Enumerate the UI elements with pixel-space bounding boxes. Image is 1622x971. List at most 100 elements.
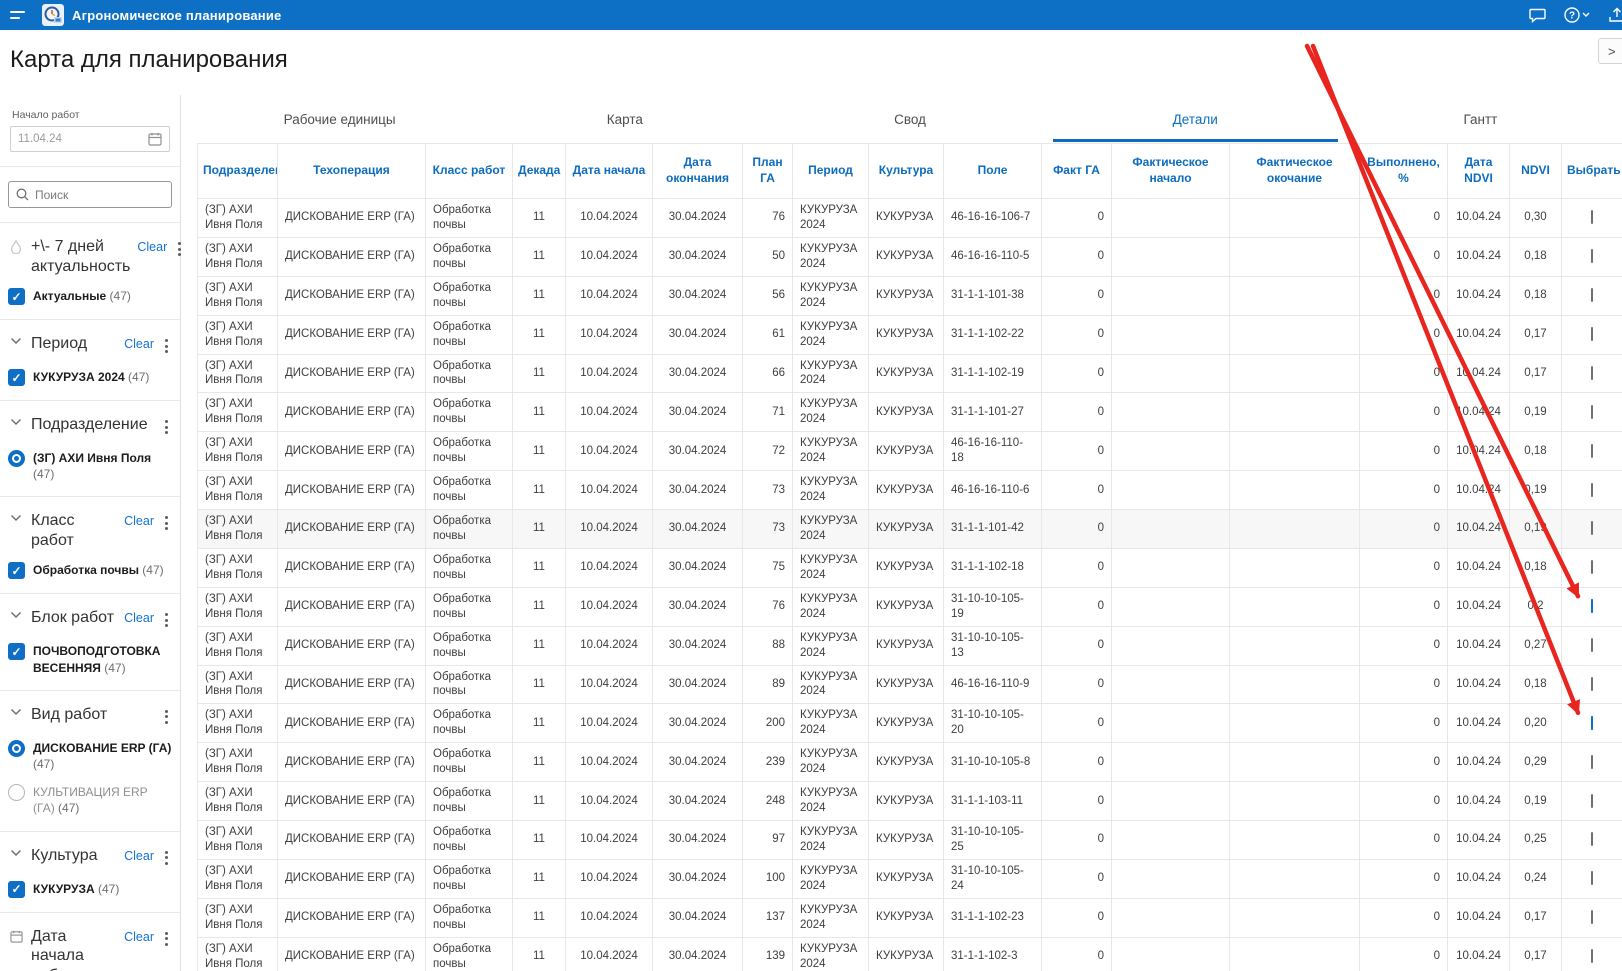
search-input[interactable]: Поиск [8, 181, 172, 208]
group-menu-kebab-icon[interactable] [161, 512, 172, 534]
tab-map[interactable]: Карта [482, 99, 767, 142]
column-header-unit[interactable]: Подразделение [198, 144, 278, 199]
filter-option[interactable]: (ЗГ) АХИ Ивня Поля (47) [0, 450, 180, 482]
group-menu-kebab-icon[interactable] [161, 847, 172, 869]
row-select-checkbox[interactable] [1591, 638, 1593, 652]
row-select-checkbox[interactable] [1591, 366, 1593, 380]
checkbox-checked[interactable] [8, 881, 25, 898]
column-header-operation[interactable]: Техоперация [278, 144, 426, 199]
start-date-input[interactable]: 11.04.24 [10, 126, 170, 152]
clear-filter-link[interactable]: Clear [124, 337, 154, 351]
cell-fact: 0 [1042, 548, 1112, 587]
tab-summary[interactable]: Свод [767, 99, 1052, 142]
clear-filter-link[interactable]: Clear [124, 849, 154, 863]
column-header-ndvi_date[interactable]: Дата NDVI [1448, 144, 1510, 199]
tab-details[interactable]: Детали [1053, 99, 1338, 142]
clear-filter-link[interactable]: Clear [137, 240, 167, 254]
chevron-down-icon[interactable] [8, 849, 24, 857]
cell-ndvi_date: 10.04.24 [1448, 510, 1510, 549]
row-select-checkbox[interactable] [1591, 521, 1593, 535]
help-icon[interactable]: ? [1564, 7, 1590, 23]
column-header-culture[interactable]: Культура [869, 144, 944, 199]
chevron-down-icon[interactable] [8, 418, 24, 426]
row-select-checkbox[interactable] [1591, 405, 1593, 419]
collapse-panel-button[interactable]: > [1598, 38, 1622, 64]
filter-option[interactable]: Обработка почвы (47) [0, 562, 180, 579]
checkbox-checked[interactable] [8, 369, 25, 386]
cell-period: КУКУРУЗА 2024 [793, 743, 869, 782]
tab-gantt[interactable]: Гантт [1338, 99, 1622, 142]
column-header-actual_end[interactable]: Фактическое окочание [1230, 144, 1360, 199]
cell-period: КУКУРУЗА 2024 [793, 782, 869, 821]
column-header-period[interactable]: Период [793, 144, 869, 199]
checkbox-checked[interactable] [8, 643, 25, 660]
cell-work_class: Обработка почвы [426, 743, 513, 782]
cell-date_end: 30.04.2024 [653, 704, 743, 743]
chevron-down-icon[interactable] [8, 708, 24, 716]
cell-culture: КУКУРУЗА [869, 587, 944, 626]
chat-icon[interactable] [1529, 8, 1546, 23]
chevron-down-icon[interactable] [8, 514, 24, 522]
row-select-checkbox[interactable] [1591, 794, 1593, 808]
row-select-checkbox[interactable] [1591, 327, 1593, 341]
tab-work-units[interactable]: Рабочие единицы [197, 99, 482, 142]
clear-filter-link[interactable]: Clear [124, 930, 154, 944]
filter-option[interactable]: КУКУРУЗА 2024 (47) [0, 369, 180, 386]
filter-option[interactable]: ПОЧВОПОДГОТОВКА ВЕСЕННЯЯ (47) [0, 643, 180, 675]
row-select-checkbox-checked[interactable] [1591, 599, 1593, 613]
column-header-fact[interactable]: Факт ГА [1042, 144, 1112, 199]
radio-checked[interactable] [8, 740, 25, 757]
row-select-checkbox[interactable] [1591, 832, 1593, 846]
row-select-checkbox[interactable] [1591, 210, 1593, 224]
group-menu-kebab-icon[interactable] [161, 335, 172, 357]
row-select-checkbox-checked[interactable] [1591, 716, 1593, 730]
divider [0, 593, 180, 594]
column-header-work_class[interactable]: Класс работ [426, 144, 513, 199]
cell-fact: 0 [1042, 471, 1112, 510]
row-select-checkbox[interactable] [1591, 949, 1593, 963]
radio[interactable] [8, 784, 25, 801]
filter-option[interactable]: КУЛЬТИВАЦИЯ ERP (ГА) (47) [0, 784, 180, 816]
row-select-checkbox[interactable] [1591, 249, 1593, 263]
cell-decade: 11 [513, 821, 566, 860]
group-menu-kebab-icon[interactable] [161, 609, 172, 631]
cell-done_pct: 0 [1360, 471, 1448, 510]
group-menu-kebab-icon[interactable] [161, 416, 172, 438]
row-select-checkbox[interactable] [1591, 871, 1593, 885]
column-header-date_end[interactable]: Дата окончания [653, 144, 743, 199]
column-header-plan[interactable]: План ГА [743, 144, 793, 199]
row-select-checkbox[interactable] [1591, 677, 1593, 691]
row-select-checkbox[interactable] [1591, 755, 1593, 769]
column-header-field[interactable]: Поле [944, 144, 1042, 199]
group-menu-kebab-icon[interactable] [161, 928, 172, 950]
droplet-icon [8, 240, 24, 254]
column-header-date_start[interactable]: Дата начала [566, 144, 653, 199]
column-header-actual_start[interactable]: Фактическое начало [1112, 144, 1230, 199]
calendar-icon[interactable] [148, 132, 162, 146]
cell-field: 31-1-1-101-38 [944, 276, 1042, 315]
clear-filter-link[interactable]: Clear [124, 611, 154, 625]
row-select-checkbox[interactable] [1591, 444, 1593, 458]
chevron-down-icon[interactable] [8, 611, 24, 619]
checkbox-checked[interactable] [8, 562, 25, 579]
filter-option[interactable]: КУКУРУЗА (47) [0, 881, 180, 898]
menu-icon[interactable] [10, 7, 30, 23]
clear-filter-link[interactable]: Clear [124, 514, 154, 528]
filter-option[interactable]: ДИСКОВАНИЕ ERP (ГА) (47) [0, 740, 180, 772]
cell-done_pct: 0 [1360, 937, 1448, 971]
column-header-done_pct[interactable]: Выполнено, % [1360, 144, 1448, 199]
row-select-checkbox[interactable] [1591, 560, 1593, 574]
upload-icon[interactable] [1608, 7, 1622, 23]
row-select-checkbox[interactable] [1591, 288, 1593, 302]
row-select-checkbox[interactable] [1591, 910, 1593, 924]
filter-option-label: КУКУРУЗА 2024 (47) [33, 369, 149, 385]
row-select-checkbox[interactable] [1591, 483, 1593, 497]
chevron-down-icon[interactable] [8, 337, 24, 345]
filter-option[interactable]: Актуальные (47) [0, 288, 180, 305]
checkbox-checked[interactable] [8, 288, 25, 305]
column-header-decade[interactable]: Декада [513, 144, 566, 199]
column-header-select[interactable]: Выбрать [1562, 144, 1622, 199]
group-menu-kebab-icon[interactable] [161, 706, 172, 728]
column-header-ndvi[interactable]: NDVI [1510, 144, 1562, 199]
radio-checked[interactable] [8, 450, 25, 467]
